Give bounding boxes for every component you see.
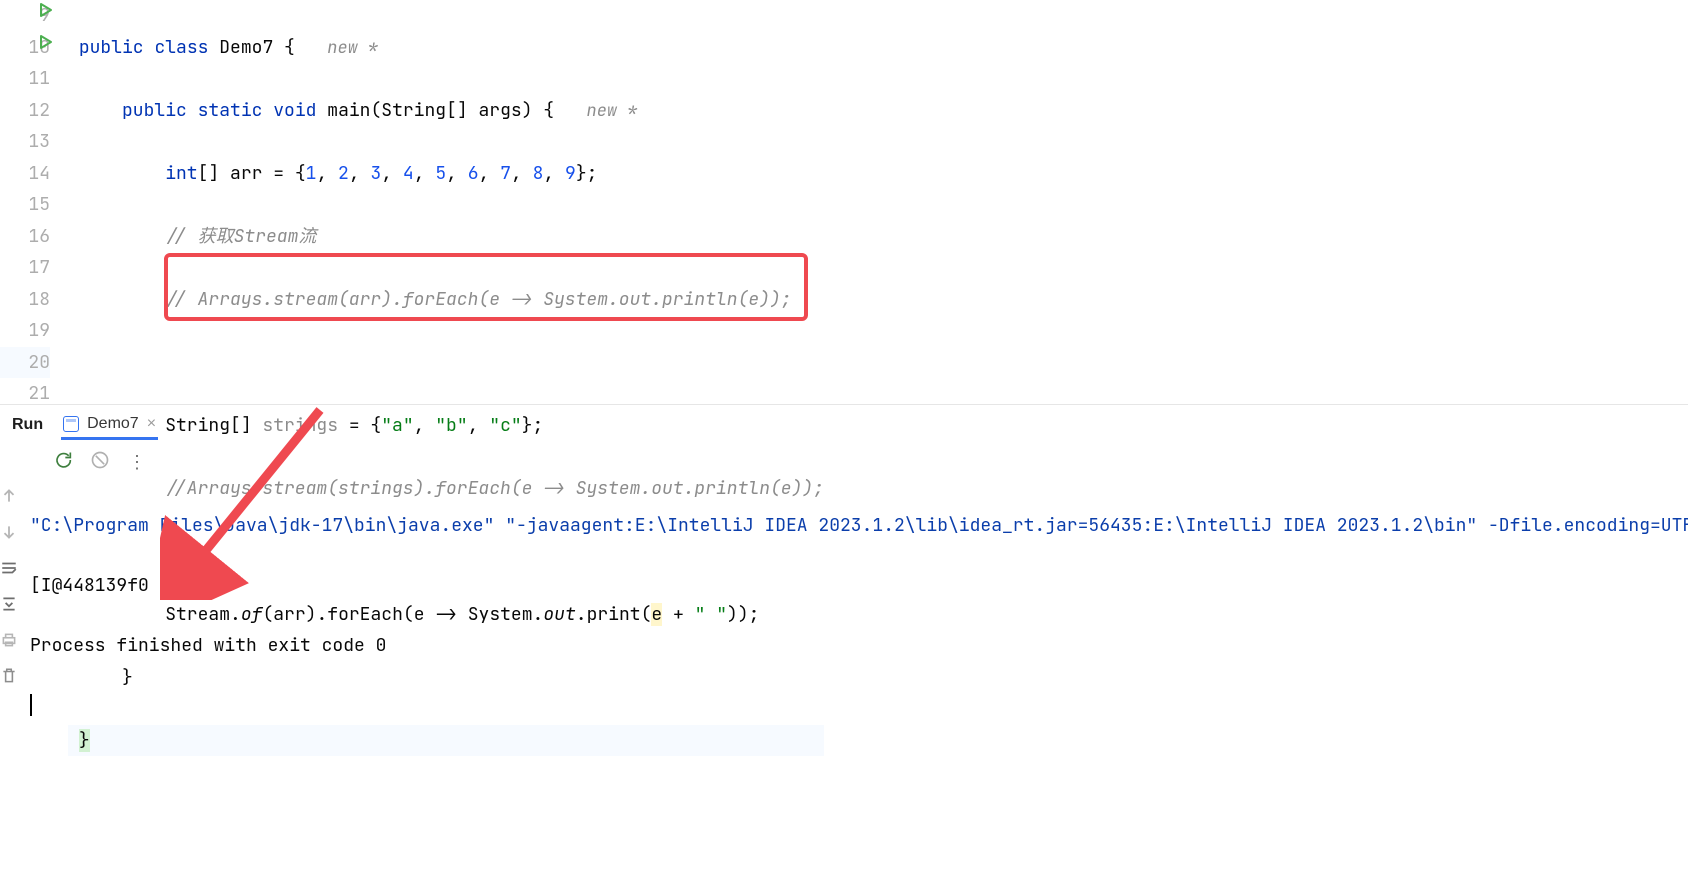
line-number: 16	[0, 221, 50, 253]
line-gutter: 9 10 11 12 13 14 15 16 17 18 19 20 21	[0, 0, 68, 404]
inlay-hint: new *	[587, 100, 638, 122]
up-icon[interactable]	[0, 487, 18, 511]
line-number: 17	[0, 252, 50, 284]
run-gutter-icon[interactable]	[38, 34, 54, 55]
line-number: 15	[0, 189, 50, 221]
line-number: 11	[0, 63, 50, 95]
trash-icon[interactable]	[0, 667, 18, 691]
soft-wrap-icon[interactable]	[0, 559, 18, 583]
line-number: 14	[0, 158, 50, 190]
print-icon[interactable]	[0, 631, 18, 655]
text-caret	[30, 694, 32, 716]
run-gutter-icon[interactable]	[38, 2, 54, 23]
file-icon	[63, 416, 79, 432]
line-number: 20	[0, 347, 50, 379]
console-left-rail	[0, 481, 18, 751]
run-tab-label[interactable]: Run	[12, 416, 43, 434]
down-icon[interactable]	[0, 523, 18, 547]
line-number: 19	[0, 315, 50, 347]
inlay-hint: new *	[327, 37, 378, 59]
line-number: 18	[0, 284, 50, 316]
line-number: 13	[0, 126, 50, 158]
line-number: 21	[0, 378, 50, 410]
line-number: 12	[0, 95, 50, 127]
scroll-to-end-icon[interactable]	[0, 595, 18, 619]
code-editor[interactable]: 9 10 11 12 13 14 15 16 17 18 19 20 21 pu…	[0, 0, 1688, 404]
code-content[interactable]: public class Demo7 { new * public static…	[68, 0, 824, 404]
